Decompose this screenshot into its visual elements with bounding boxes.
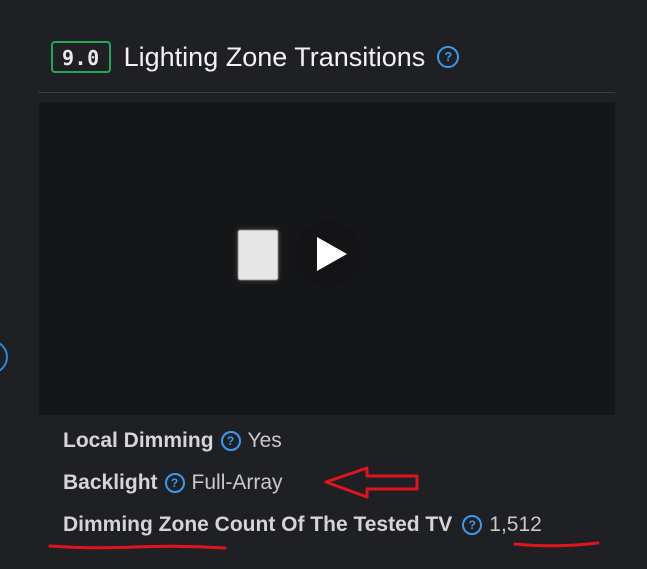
help-icon[interactable]: ? xyxy=(164,473,185,493)
review-section: 9.0 Lighting Zone Transitions ? Local Di… xyxy=(0,0,647,569)
spec-label: Local Dimming xyxy=(63,429,214,452)
play-icon xyxy=(317,237,347,271)
spec-row-backlight: Backlight ? Full-Array xyxy=(63,468,283,498)
section-title: Lighting Zone Transitions xyxy=(123,41,426,72)
section-header: 9.0 Lighting Zone Transitions ? xyxy=(51,38,460,76)
help-icon[interactable]: ? xyxy=(462,515,483,535)
play-button[interactable] xyxy=(295,221,361,287)
spec-label: Backlight xyxy=(63,471,158,494)
red-underline-annotation xyxy=(513,541,600,548)
spec-value: Yes xyxy=(247,429,282,452)
help-icon[interactable]: ? xyxy=(437,46,460,68)
spec-row-dimming-zone-count: Dimming Zone Count Of The Tested TV ? 1,… xyxy=(63,510,542,540)
red-underline-annotation xyxy=(48,544,227,550)
video-frame-white-rectangle xyxy=(238,230,278,280)
score-badge: 9.0 xyxy=(51,41,111,73)
help-icon[interactable]: ? xyxy=(220,431,241,451)
video-player[interactable] xyxy=(39,102,615,415)
spec-row-local-dimming: Local Dimming ? Yes xyxy=(63,426,282,456)
spec-value: 1,512 xyxy=(489,513,542,536)
side-nav-circle-button[interactable] xyxy=(0,340,8,374)
spec-value: Full-Array xyxy=(191,471,283,494)
divider xyxy=(38,92,615,93)
red-arrow-annotation xyxy=(324,466,419,499)
spec-label: Dimming Zone Count Of The Tested TV xyxy=(63,513,453,536)
